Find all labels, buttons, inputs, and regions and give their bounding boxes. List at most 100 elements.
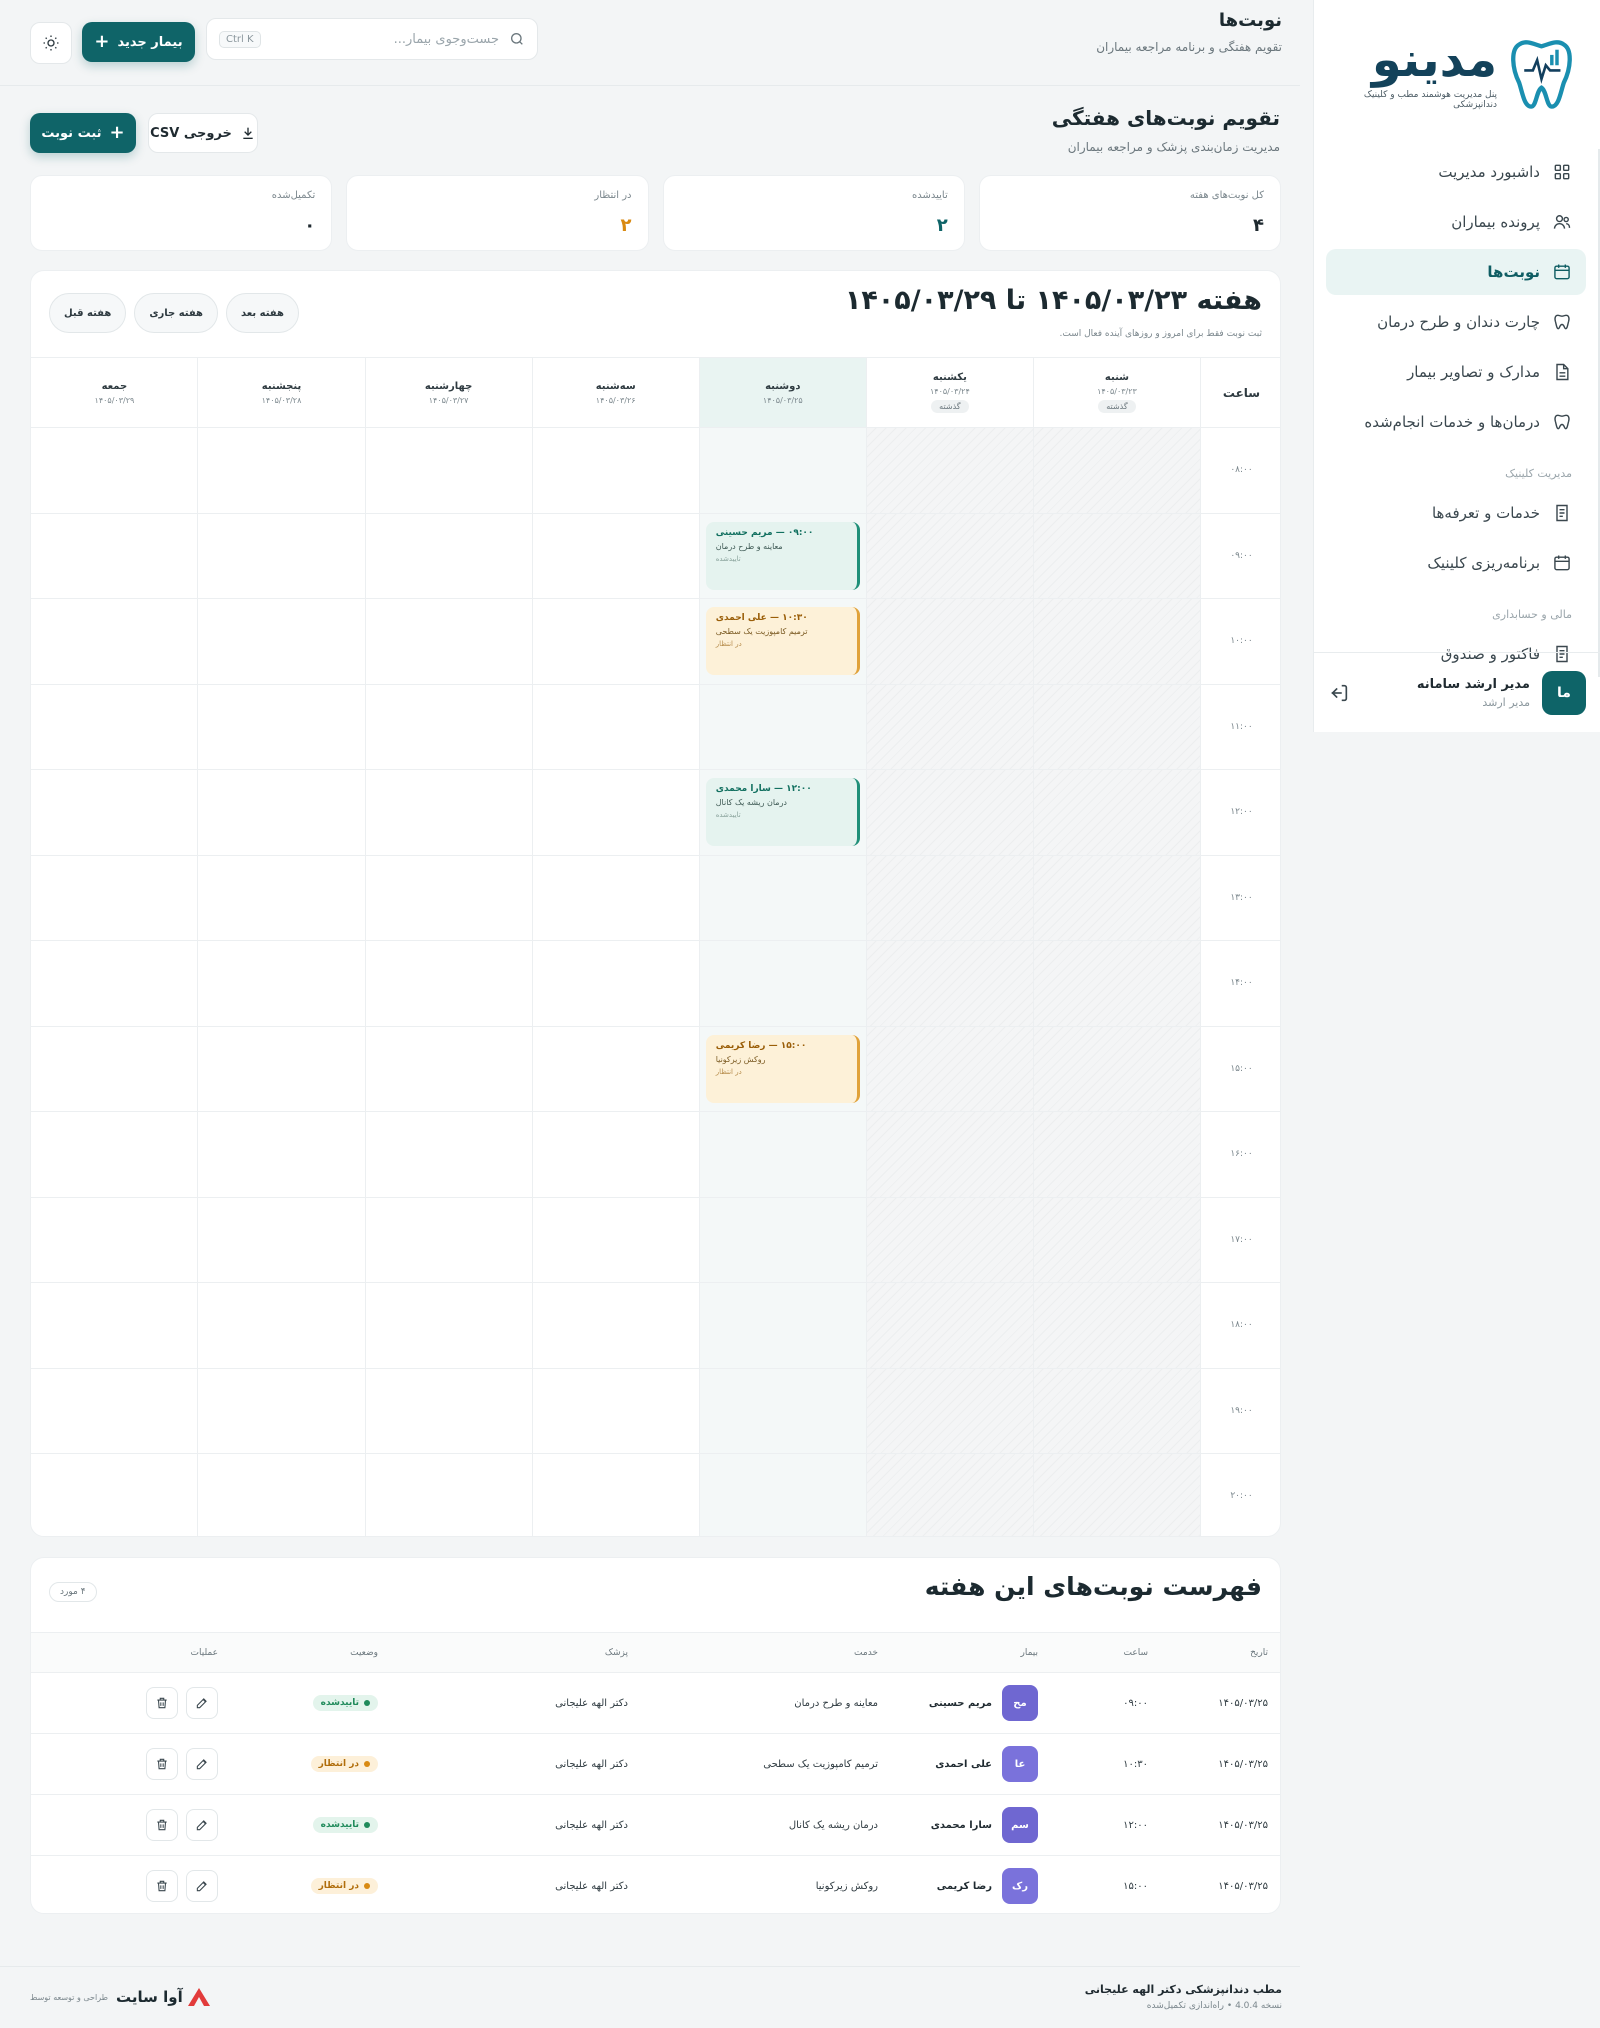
delete-button[interactable] — [146, 1748, 178, 1780]
calendar-slot[interactable] — [198, 1283, 366, 1368]
sidebar-item-main-0[interactable]: داشبورد مدیریت — [1326, 149, 1586, 195]
calendar-slot[interactable] — [198, 1112, 366, 1197]
sidebar-item-main-3[interactable]: چارت دندان و طرح درمان — [1326, 299, 1586, 345]
edit-button[interactable] — [186, 1748, 218, 1780]
calendar-slot[interactable] — [31, 428, 199, 513]
logout-icon[interactable] — [1328, 682, 1350, 704]
add-appointment-button[interactable]: + ثبت نوبت — [30, 113, 136, 153]
footer-credit[interactable]: آوا سایت طراحی و توسعه توسط — [30, 1987, 211, 2007]
calendar-slot[interactable] — [533, 684, 700, 769]
calendar-slot[interactable] — [366, 1112, 533, 1197]
calendar-slot[interactable] — [198, 513, 366, 598]
calendar-slot[interactable] — [533, 941, 700, 1026]
calendar-slot[interactable] — [699, 684, 867, 769]
new-patient-button[interactable]: بیمار جدید + — [82, 22, 195, 62]
calendar-slot[interactable] — [366, 428, 533, 513]
calendar-slot[interactable] — [699, 1454, 867, 1536]
calendar-slot[interactable] — [198, 1368, 366, 1453]
edit-button[interactable] — [186, 1687, 218, 1719]
calendar-slot[interactable] — [198, 684, 366, 769]
calendar-slot[interactable] — [366, 1454, 533, 1536]
calendar-slot[interactable] — [366, 1283, 533, 1368]
sidebar-item-main-4[interactable]: مدارک و تصاویر بیمار — [1326, 349, 1586, 395]
appointment-card[interactable]: ۱۲:۰۰ — سارا محمدی درمان ریشه یک کانال تای… — [705, 778, 860, 846]
calendar-slot[interactable]: ۱۵:۰۰ — رضا کریمی روکش زیرکونیا در انتظار — [699, 1026, 867, 1111]
calendar-slot[interactable] — [699, 1283, 867, 1368]
calendar-slot[interactable] — [31, 941, 199, 1026]
calendar-slot[interactable] — [699, 1197, 867, 1282]
delete-button[interactable] — [146, 1870, 178, 1902]
calendar-slot[interactable] — [366, 855, 533, 940]
export-csv-button[interactable]: خروجی CSV — [148, 113, 258, 153]
calendar-slot[interactable] — [366, 1026, 533, 1111]
sidebar-item-clinic-1[interactable]: برنامه‌ریزی کلینیک — [1326, 540, 1586, 586]
patient-name[interactable]: رضا کریمی — [937, 1881, 992, 1892]
edit-button[interactable] — [186, 1870, 218, 1902]
calendar-slot[interactable]: ۰۹:۰۰ — مریم حسینی معاینه و طرح درمان تایی… — [699, 513, 867, 598]
calendar-slot[interactable] — [31, 1283, 199, 1368]
calendar-slot[interactable] — [533, 1197, 700, 1282]
calendar-slot[interactable] — [198, 770, 366, 855]
calendar-slot[interactable] — [699, 941, 867, 1026]
calendar-slot[interactable] — [533, 1112, 700, 1197]
user-profile[interactable]: ما مدیر ارشد سامانه مدیر ارشد — [1314, 652, 1600, 732]
appointment-card[interactable]: ۰۹:۰۰ — مریم حسینی معاینه و طرح درمان تایی… — [705, 521, 860, 590]
calendar-slot[interactable] — [31, 1026, 199, 1111]
patient-name[interactable]: علی احمدی — [935, 1759, 992, 1770]
prev-week-button[interactable]: هفته قبل — [49, 293, 127, 333]
calendar-slot[interactable] — [366, 1197, 533, 1282]
calendar-slot[interactable] — [366, 770, 533, 855]
calendar-slot[interactable] — [699, 428, 867, 513]
sidebar-item-main-2[interactable]: نوبت‌ها — [1326, 249, 1586, 295]
current-week-button[interactable]: هفته جاری — [134, 293, 218, 333]
calendar-slot[interactable] — [699, 1112, 867, 1197]
calendar-slot[interactable] — [366, 599, 533, 684]
calendar-slot[interactable] — [699, 1368, 867, 1453]
calendar-slot[interactable] — [198, 1454, 366, 1536]
calendar-slot[interactable] — [198, 855, 366, 940]
calendar-slot[interactable] — [533, 599, 700, 684]
calendar-slot[interactable] — [31, 513, 199, 598]
calendar-slot[interactable] — [31, 1197, 199, 1282]
calendar-slot[interactable] — [366, 513, 533, 598]
delete-button[interactable] — [146, 1687, 178, 1719]
calendar-slot[interactable] — [31, 684, 199, 769]
edit-button[interactable] — [186, 1809, 218, 1841]
calendar-slot[interactable] — [366, 1368, 533, 1453]
calendar-slot[interactable] — [533, 770, 700, 855]
calendar-slot[interactable]: ۱۲:۰۰ — سارا محمدی درمان ریشه یک کانال تای… — [699, 770, 867, 855]
next-week-button[interactable]: هفته بعد — [225, 293, 299, 333]
calendar-slot[interactable] — [533, 855, 700, 940]
calendar-slot[interactable] — [198, 941, 366, 1026]
calendar-slot[interactable] — [31, 855, 199, 940]
calendar-slot[interactable] — [699, 855, 867, 940]
brand-logo[interactable]: مدینو پنل مدیریت هوشمند مطب و کلینیک دند… — [1314, 0, 1600, 145]
sidebar-item-clinic-0[interactable]: خدمات و تعرفه‌ها — [1326, 490, 1586, 536]
patient-name[interactable]: مریم حسینی — [929, 1698, 992, 1709]
calendar-slot[interactable] — [198, 1197, 366, 1282]
appointment-card[interactable]: ۱۰:۳۰ — علی احمدی ترمیم کامپوزیت یک سطحی د… — [705, 607, 860, 675]
calendar-slot[interactable] — [533, 1283, 700, 1368]
calendar-slot[interactable] — [198, 1026, 366, 1111]
sidebar-item-main-1[interactable]: پرونده بیماران — [1326, 199, 1586, 245]
calendar-slot[interactable] — [533, 513, 700, 598]
calendar-slot[interactable] — [31, 599, 199, 684]
calendar-slot[interactable] — [198, 428, 366, 513]
delete-button[interactable] — [146, 1809, 178, 1841]
search-input[interactable]: جست‌وجوی بیمار... Ctrl K — [206, 18, 538, 60]
calendar-slot[interactable] — [533, 1454, 700, 1536]
calendar-slot[interactable] — [31, 1368, 199, 1453]
calendar-slot[interactable] — [533, 1026, 700, 1111]
calendar-slot[interactable] — [533, 428, 700, 513]
calendar-slot[interactable] — [31, 1112, 199, 1197]
calendar-slot[interactable] — [31, 1454, 199, 1536]
sidebar-item-main-5[interactable]: درمان‌ها و خدمات انجام‌شده — [1326, 399, 1586, 445]
patient-name[interactable]: سارا محمدی — [931, 1820, 992, 1831]
calendar-slot[interactable]: ۱۰:۳۰ — علی احمدی ترمیم کامپوزیت یک سطحی د… — [699, 599, 867, 684]
calendar-slot[interactable] — [366, 941, 533, 1026]
theme-toggle-button[interactable] — [30, 22, 72, 64]
calendar-slot[interactable] — [366, 684, 533, 769]
calendar-slot[interactable] — [198, 599, 366, 684]
calendar-slot[interactable] — [533, 1368, 700, 1453]
appointment-card[interactable]: ۱۵:۰۰ — رضا کریمی روکش زیرکونیا در انتظار — [705, 1034, 860, 1103]
